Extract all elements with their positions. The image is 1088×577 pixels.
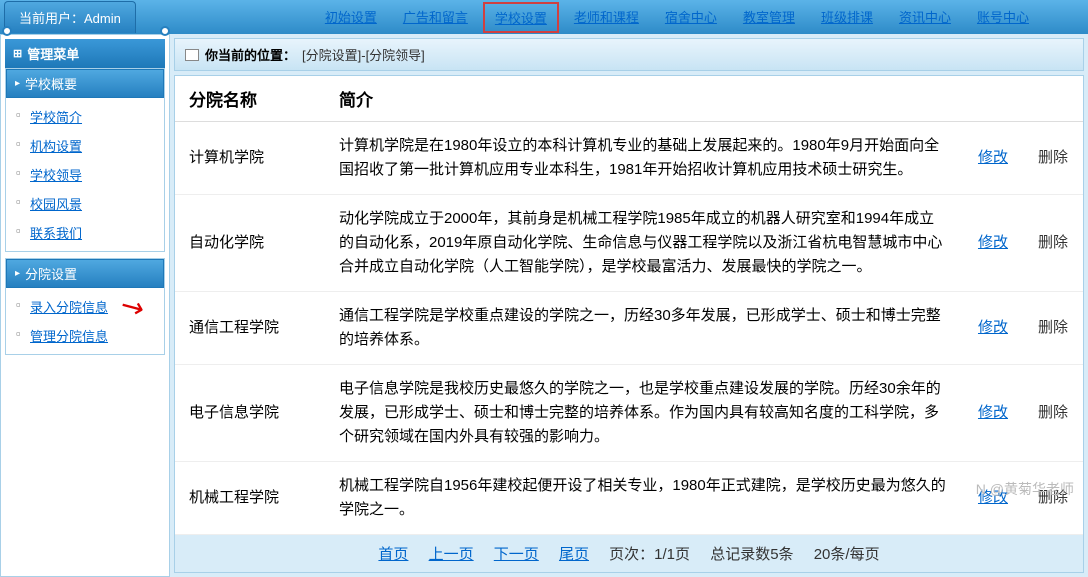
menu-link-0-2[interactable]: 学校领导 [6, 160, 164, 189]
cell-desc: 动化学院成立于2000年，其前身是机械工程学院1985年成立的机器人研究室和19… [325, 195, 963, 292]
table-row: 通信工程学院通信工程学院是学校重点建设的学院之一，历经30多年发展，已形成学士、… [175, 292, 1083, 365]
sidebar: 管理菜单 学校概要学校简介机构设置学校领导校园风景联系我们分院设置录入分院信息管… [0, 34, 170, 577]
cell-desc: 电子信息学院是我校历史最悠久的学院之一，也是学校重点建设发展的学院。历经30余年… [325, 365, 963, 462]
menu-link-0-4[interactable]: 联系我们 [6, 218, 164, 247]
resize-handle-right[interactable] [160, 26, 170, 36]
cell-desc: 通信工程学院是学校重点建设的学院之一，历经30多年发展，已形成学士、硕士和博士完… [325, 292, 963, 365]
delete-button[interactable]: 删除 [1038, 404, 1068, 421]
nav-item-1[interactable]: 广告和留言 [392, 2, 479, 33]
pager: 首页 上一页 下一页 尾页 页次：1/1页 总记录数5条 20条/每页 [175, 535, 1083, 572]
cell-name: 机械工程学院 [175, 462, 325, 535]
pager-total: 总记录数5条 [710, 546, 793, 563]
data-table-wrap: 分院名称 简介 计算机学院计算机学院是在1980年设立的本科计算机专业的基础上发… [174, 75, 1084, 573]
resize-handle-left[interactable] [2, 26, 12, 36]
menu-link-1-1[interactable]: 管理分院信息 [6, 321, 164, 350]
nav-item-3[interactable]: 老师和课程 [563, 2, 650, 33]
delete-button[interactable]: 删除 [1038, 489, 1068, 506]
cell-desc: 机械工程学院自1956年建校起便开设了相关专业，1980年正式建院，是学校历史最… [325, 462, 963, 535]
th-delete [1023, 76, 1083, 122]
pager-last[interactable]: 尾页 [559, 546, 589, 563]
table-row: 机械工程学院机械工程学院自1956年建校起便开设了相关专业，1980年正式建院，… [175, 462, 1083, 535]
panel-header-0[interactable]: 学校概要 [6, 69, 164, 98]
nav-item-4[interactable]: 宿舍中心 [654, 2, 728, 33]
nav-item-5[interactable]: 教室管理 [732, 2, 806, 33]
menu-link-0-1[interactable]: 机构设置 [6, 131, 164, 160]
table-row: 自动化学院动化学院成立于2000年，其前身是机械工程学院1985年成立的机器人研… [175, 195, 1083, 292]
pager-per-page: 20条/每页 [814, 546, 880, 563]
breadcrumb-path: [分院设置]-[分院领导] [302, 45, 425, 64]
edit-button[interactable]: 修改 [978, 234, 1008, 251]
cell-name: 自动化学院 [175, 195, 325, 292]
cell-name: 通信工程学院 [175, 292, 325, 365]
delete-button[interactable]: 删除 [1038, 319, 1068, 336]
current-user-tab: 当前用户：Admin [4, 1, 136, 33]
nav-item-8[interactable]: 账号中心 [966, 2, 1040, 33]
cell-desc: 计算机学院是在1980年设立的本科计算机专业的基础上发展起来的。1980年9月开… [325, 122, 963, 195]
menu-link-0-3[interactable]: 校园风景 [6, 189, 164, 218]
nav-item-7[interactable]: 资讯中心 [888, 2, 962, 33]
content-area: 你当前的位置： [分院设置]-[分院领导] 分院名称 简介 计算机学院计算机学院… [170, 34, 1088, 577]
edit-button[interactable]: 修改 [978, 489, 1008, 506]
college-table: 分院名称 简介 计算机学院计算机学院是在1980年设立的本科计算机专业的基础上发… [175, 76, 1083, 535]
delete-button[interactable]: 删除 [1038, 149, 1068, 166]
edit-button[interactable]: 修改 [978, 149, 1008, 166]
th-edit [963, 76, 1023, 122]
cell-name: 计算机学院 [175, 122, 325, 195]
edit-button[interactable]: 修改 [978, 319, 1008, 336]
pager-first[interactable]: 首页 [378, 546, 408, 563]
edit-button[interactable]: 修改 [978, 404, 1008, 421]
nav-item-0[interactable]: 初始设置 [314, 2, 388, 33]
pager-prev[interactable]: 上一页 [429, 546, 474, 563]
th-desc: 简介 [325, 76, 963, 122]
menu-link-1-0[interactable]: 录入分院信息 [6, 292, 164, 321]
nav-item-2[interactable]: 学校设置 [483, 2, 559, 33]
breadcrumb-icon [185, 49, 199, 61]
th-name: 分院名称 [175, 76, 325, 122]
delete-button[interactable]: 删除 [1038, 234, 1068, 251]
table-row: 电子信息学院电子信息学院是我校历史最悠久的学院之一，也是学校重点建设发展的学院。… [175, 365, 1083, 462]
pager-next[interactable]: 下一页 [494, 546, 539, 563]
top-nav: 初始设置广告和留言学校设置老师和课程宿舍中心教室管理班级排课资讯中心账号中心 [314, 2, 1040, 33]
sidebar-menu-title: 管理菜单 [5, 39, 165, 68]
table-row: 计算机学院计算机学院是在1980年设立的本科计算机专业的基础上发展起来的。198… [175, 122, 1083, 195]
cell-name: 电子信息学院 [175, 365, 325, 462]
pager-page-info: 页次：1/1页 [609, 546, 690, 563]
breadcrumb-label: 你当前的位置： [205, 45, 296, 64]
nav-item-6[interactable]: 班级排课 [810, 2, 884, 33]
breadcrumb: 你当前的位置： [分院设置]-[分院领导] [174, 38, 1084, 71]
panel-header-1[interactable]: 分院设置 [6, 259, 164, 288]
menu-link-0-0[interactable]: 学校简介 [6, 102, 164, 131]
